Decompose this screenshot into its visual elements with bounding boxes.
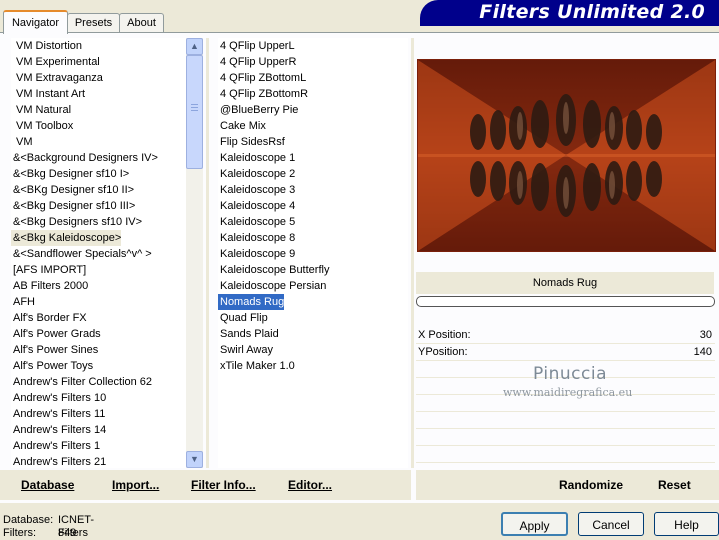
category-item[interactable]: &<Bkg Designers sf10 IV> <box>11 214 142 230</box>
filter-item[interactable]: Kaleidoscope Butterfly <box>218 262 329 278</box>
filter-item[interactable]: Sands Plaid <box>218 326 279 342</box>
param-label: X Position: <box>418 329 471 341</box>
param-row-empty <box>416 412 715 429</box>
title-banner: Filters Unlimited 2.0 <box>420 0 719 26</box>
status-database-label: Database: <box>3 514 54 526</box>
filter-item[interactable]: Flip SidesRsf <box>218 134 285 150</box>
category-item[interactable]: Andrew's Filter Collection 62 <box>11 374 152 390</box>
cancel-button[interactable]: Cancel <box>578 512 644 536</box>
tab-navigator[interactable]: Navigator <box>3 10 68 34</box>
param-label: YPosition: <box>418 346 468 358</box>
category-item[interactable]: &<Bkg Kaleidoscope> <box>11 230 122 246</box>
filter-item[interactable]: xTile Maker 1.0 <box>218 358 295 374</box>
filter-item[interactable]: Quad Flip <box>218 310 268 326</box>
filter-info-button[interactable]: Filter Info... <box>191 478 256 492</box>
import-button[interactable]: Import... <box>112 478 159 492</box>
category-item[interactable]: VM Natural <box>11 102 71 118</box>
category-list[interactable]: VM Distortion VM Experimental VM Extravaga… <box>11 38 186 468</box>
progress-bar <box>416 296 715 307</box>
scroll-down-icon[interactable]: ▼ <box>186 451 203 468</box>
help-button[interactable]: Help <box>654 512 719 536</box>
category-item[interactable]: Andrew's Filters 1 <box>11 438 100 454</box>
filter-item[interactable]: Kaleidoscope 9 <box>218 246 295 262</box>
filter-item[interactable]: Nomads Rug <box>218 294 285 310</box>
filter-item[interactable]: @BlueBerry Pie <box>218 102 298 118</box>
category-item[interactable]: VM Extravaganza <box>11 70 103 86</box>
editor-button[interactable]: Editor... <box>288 478 332 492</box>
scroll-up-icon[interactable]: ▲ <box>186 38 203 55</box>
watermark-name: Pinuccia <box>533 364 607 384</box>
filter-item[interactable]: Cake Mix <box>218 118 266 134</box>
category-item[interactable]: Alf's Border FX <box>11 310 87 326</box>
tab-presets[interactable]: Presets <box>67 13 120 32</box>
category-item[interactable]: VM <box>11 134 33 150</box>
filter-item[interactable]: 4 QFlip ZBottomR <box>218 86 308 102</box>
category-item[interactable]: &<Sandflower Specials^v^ > <box>11 246 152 262</box>
column-divider <box>411 38 414 468</box>
status-filters-label: Filters: <box>3 527 36 539</box>
filter-item[interactable]: Kaleidoscope Persian <box>218 278 326 294</box>
category-item[interactable]: VM Experimental <box>11 54 100 70</box>
param-row-y[interactable]: YPosition: 140 <box>416 344 715 361</box>
status-filters-value: 849 <box>58 527 77 539</box>
filter-item[interactable]: 4 QFlip ZBottomL <box>218 70 306 86</box>
category-item[interactable]: &<Background Designers IV> <box>11 150 158 166</box>
filter-item[interactable]: Swirl Away <box>218 342 273 358</box>
param-row-empty <box>416 429 715 446</box>
filter-list[interactable]: 4 QFlip UpperL 4 QFlip UpperR 4 QFlip ZBot… <box>218 38 408 468</box>
filter-item[interactable]: 4 QFlip UpperL <box>218 38 295 54</box>
category-item[interactable]: VM Distortion <box>11 38 82 54</box>
filter-item[interactable]: Kaleidoscope 5 <box>218 214 295 230</box>
category-item[interactable]: Andrew's Filters 11 <box>11 406 105 422</box>
filter-item[interactable]: 4 QFlip UpperR <box>218 54 296 70</box>
status-database: Database: ICNET-Filters <box>3 514 94 539</box>
category-scrollbar[interactable]: ▲ ▼ <box>186 38 203 468</box>
category-item[interactable]: VM Toolbox <box>11 118 73 134</box>
category-item[interactable]: Andrew's Filters 21 <box>11 454 106 468</box>
column-divider <box>206 38 209 468</box>
database-button[interactable]: Database <box>21 478 74 492</box>
preview-image <box>417 59 716 252</box>
apply-button[interactable]: Apply <box>501 512 568 536</box>
category-item[interactable]: AFH <box>11 294 35 310</box>
category-item[interactable]: Alf's Power Sines <box>11 342 98 358</box>
filter-item[interactable]: Kaleidoscope 8 <box>218 230 295 246</box>
category-item[interactable]: Andrew's Filters 14 <box>11 422 106 438</box>
category-item[interactable]: &<BKg Designer sf10 II> <box>11 182 134 198</box>
scroll-thumb[interactable] <box>186 55 203 169</box>
category-item[interactable]: [AFS IMPORT] <box>11 262 86 278</box>
reset-button[interactable]: Reset <box>658 478 691 492</box>
watermark-site: www.maidiregrafica.eu <box>503 386 633 399</box>
filter-item[interactable]: Kaleidoscope 1 <box>218 150 295 166</box>
status-filters: Filters: 849 <box>3 527 76 540</box>
filter-item[interactable]: Kaleidoscope 3 <box>218 182 295 198</box>
category-item[interactable]: &<Bkg Designer sf10 III> <box>11 198 135 214</box>
selected-filter-name: Nomads Rug <box>416 272 714 294</box>
filter-item[interactable]: Kaleidoscope 2 <box>218 166 295 182</box>
filter-item[interactable]: Kaleidoscope 4 <box>218 198 295 214</box>
category-item[interactable]: &<Bkg Designer sf10 I> <box>11 166 129 182</box>
param-row-empty <box>416 446 715 463</box>
category-item[interactable]: Alf's Power Grads <box>11 326 101 342</box>
param-row-x[interactable]: X Position: 30 <box>416 327 715 344</box>
category-item[interactable]: VM Instant Art <box>11 86 85 102</box>
category-item[interactable]: Andrew's Filters 10 <box>11 390 106 406</box>
randomize-button[interactable]: Randomize <box>559 478 623 492</box>
param-value[interactable]: 140 <box>694 344 712 360</box>
tab-about[interactable]: About <box>119 13 164 32</box>
category-item[interactable]: AB Filters 2000 <box>11 278 88 294</box>
category-item[interactable]: Alf's Power Toys <box>11 358 93 374</box>
param-value[interactable]: 30 <box>700 327 712 343</box>
banner-title: Filters Unlimited 2.0 <box>479 1 705 23</box>
